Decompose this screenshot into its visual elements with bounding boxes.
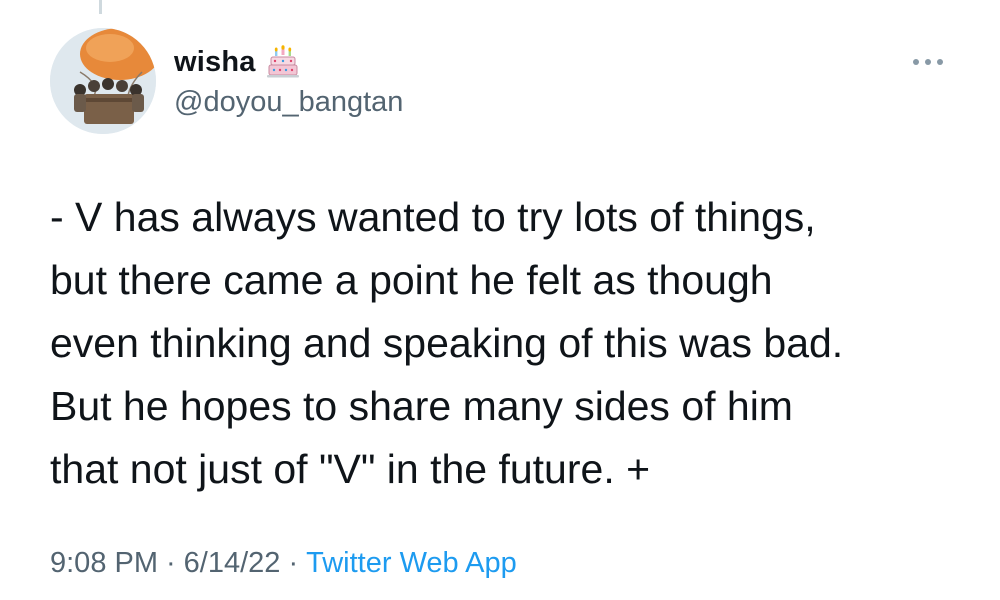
tweet-source-link[interactable]: Twitter Web App <box>306 547 517 580</box>
birthday-cake-icon <box>266 45 300 79</box>
tweet-date[interactable]: 6/14/22 <box>184 547 281 580</box>
tweet-card: wisha @doyou_bangtan - V has always want… <box>0 0 1000 600</box>
display-name[interactable]: wisha <box>174 46 256 79</box>
tweet-text: - V has always wanted to try lots of thi… <box>50 194 844 492</box>
name-row: wisha <box>174 40 403 84</box>
meta-separator: · <box>166 547 176 579</box>
hot-air-balloon-avatar-icon <box>50 28 156 134</box>
tweet-time[interactable]: 9:08 PM <box>50 547 158 580</box>
tweet-metadata: 9:08 PM · 6/14/22 · Twitter Web App <box>50 547 517 580</box>
thread-connector-line <box>99 0 102 14</box>
more-options-button[interactable] <box>908 50 948 74</box>
more-icon <box>913 59 943 65</box>
meta-separator: · <box>288 547 299 579</box>
user-handle[interactable]: @doyou_bangtan <box>174 86 403 119</box>
user-info: wisha @doyou_bangtan <box>174 40 403 119</box>
avatar[interactable] <box>50 28 156 134</box>
